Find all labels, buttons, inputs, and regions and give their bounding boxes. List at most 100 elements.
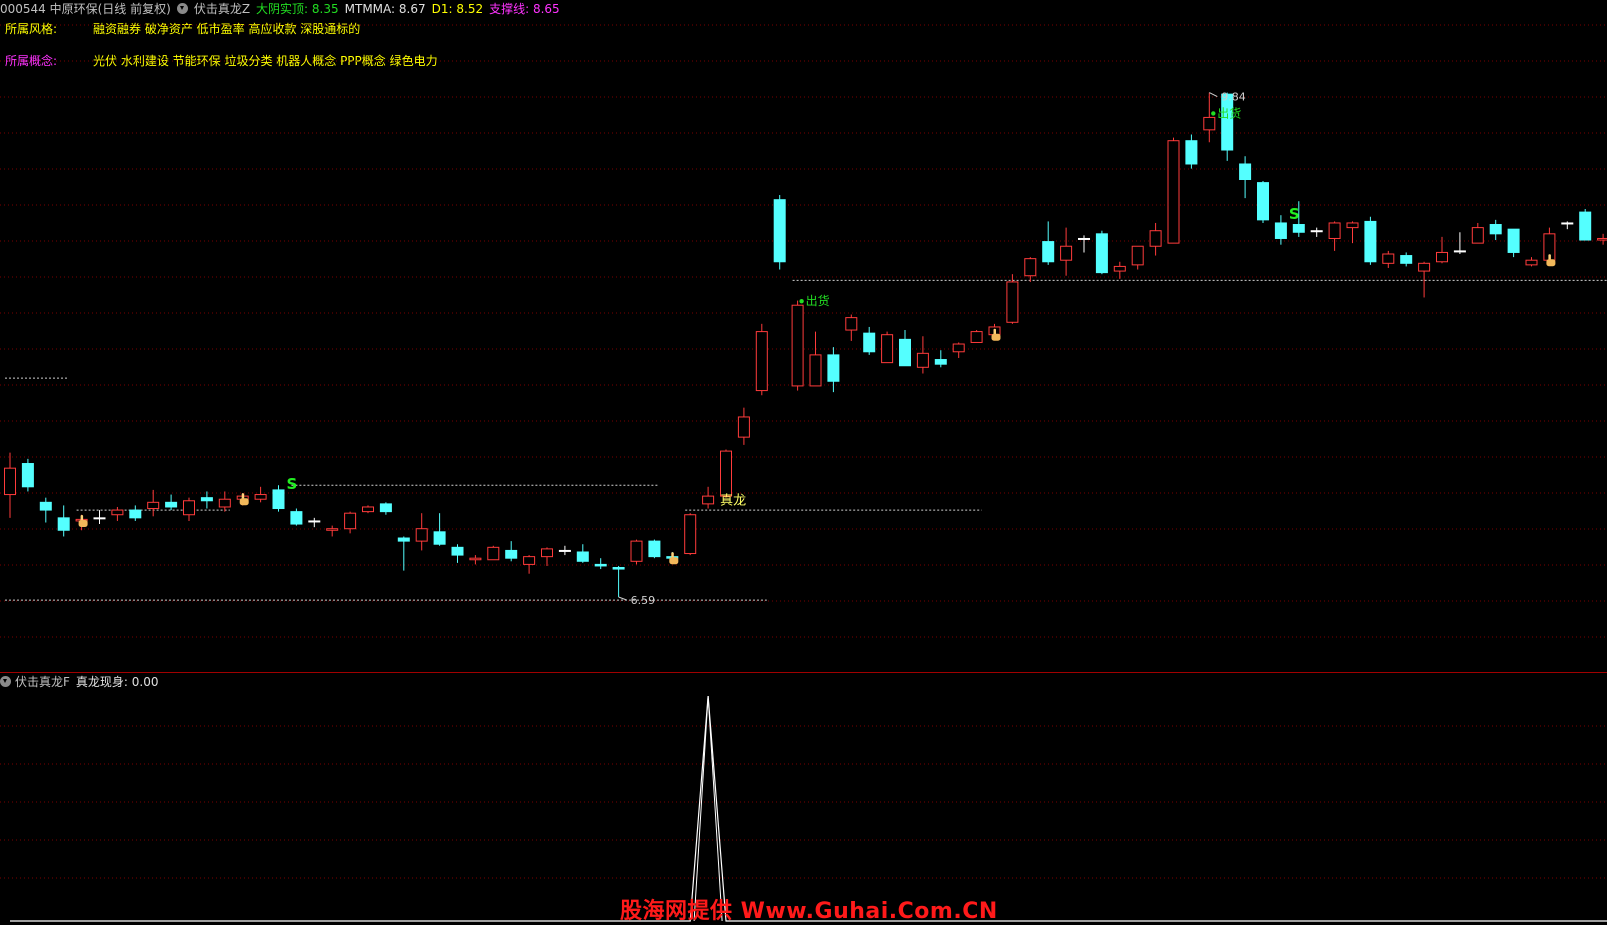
candle[interactable] [433, 513, 446, 546]
candle-body-up [541, 548, 553, 558]
candle[interactable] [934, 350, 947, 368]
candle-body-up [916, 352, 929, 368]
candle[interactable] [612, 565, 625, 597]
candle[interactable] [254, 486, 267, 503]
candle[interactable] [952, 342, 965, 358]
candle-body-down [1274, 222, 1287, 239]
sub-indicator-name[interactable]: 伏击真龙F [15, 675, 70, 689]
candle-body-up [254, 494, 267, 500]
candle[interactable] [845, 314, 858, 341]
candle[interactable] [1131, 245, 1144, 270]
candle[interactable] [1095, 230, 1108, 275]
candle[interactable] [129, 505, 142, 521]
main-candlestick-chart[interactable]: 9.846.59出货出货SS真龙 [0, 0, 1607, 670]
candle[interactable] [1257, 181, 1269, 223]
candle[interactable] [39, 497, 52, 523]
candle[interactable] [1525, 257, 1538, 267]
candle[interactable] [1507, 228, 1520, 258]
candle[interactable] [379, 502, 392, 515]
candle[interactable] [1364, 216, 1377, 265]
candle[interactable] [684, 513, 697, 556]
candle[interactable] [737, 407, 750, 445]
candle[interactable] [1149, 222, 1162, 256]
watermark-text: 股海网提供 Www.Guhai.Com.CN [620, 899, 998, 924]
candle-body-down [21, 463, 34, 488]
candle[interactable] [1060, 227, 1073, 276]
candle[interactable] [397, 536, 410, 571]
candle[interactable] [147, 489, 160, 517]
candle[interactable] [899, 330, 911, 367]
candle[interactable] [4, 452, 16, 518]
candle[interactable] [1579, 208, 1592, 241]
candle[interactable] [1042, 221, 1055, 265]
candle[interactable] [505, 541, 518, 562]
candle[interactable] [1597, 233, 1607, 245]
candle[interactable] [111, 506, 124, 521]
candle[interactable] [451, 544, 464, 563]
candle[interactable] [415, 513, 428, 551]
candle[interactable] [970, 330, 983, 343]
sub-indicator-chart[interactable] [0, 692, 1607, 922]
candle[interactable] [1418, 261, 1431, 298]
candle-body-up [415, 528, 428, 542]
candle[interactable] [773, 195, 786, 270]
candle[interactable] [1453, 232, 1466, 254]
candle[interactable] [755, 323, 768, 396]
candle[interactable] [1274, 215, 1287, 245]
candle[interactable] [576, 544, 589, 563]
candle[interactable] [290, 508, 303, 526]
candle[interactable] [1167, 137, 1180, 244]
candle[interactable] [469, 555, 482, 565]
candle[interactable] [1185, 134, 1198, 169]
candle[interactable] [1328, 221, 1341, 251]
candle[interactable] [648, 539, 661, 559]
candle-body-down [934, 359, 947, 365]
candle[interactable] [523, 555, 536, 574]
candle-body-down [308, 520, 321, 523]
candle[interactable] [1561, 221, 1574, 230]
candle[interactable] [93, 510, 106, 525]
candle[interactable] [1471, 222, 1484, 244]
candle[interactable] [1400, 252, 1413, 267]
candle[interactable] [344, 511, 357, 534]
candle[interactable] [881, 331, 894, 364]
candle[interactable] [487, 545, 500, 561]
candle[interactable] [1024, 257, 1037, 282]
candle[interactable] [827, 347, 840, 393]
candle[interactable] [1203, 92, 1216, 143]
candle[interactable] [57, 505, 70, 537]
candle[interactable] [863, 326, 876, 355]
candle[interactable] [272, 485, 285, 512]
candle-body-up [1203, 116, 1216, 131]
candle[interactable] [362, 505, 374, 514]
candle-body-up [4, 467, 16, 496]
candle[interactable] [200, 491, 213, 509]
candle[interactable] [308, 517, 321, 528]
candle[interactable] [1436, 236, 1448, 264]
candle-body-down [1507, 228, 1520, 253]
candle[interactable] [1078, 235, 1090, 253]
candle[interactable] [21, 458, 34, 492]
candle[interactable] [1382, 250, 1395, 268]
candle[interactable] [183, 497, 195, 521]
candle-body-up [970, 331, 983, 343]
candle[interactable] [1489, 219, 1502, 241]
candle[interactable] [326, 525, 339, 537]
candle[interactable] [1239, 156, 1252, 199]
candle[interactable] [541, 547, 553, 566]
candle[interactable] [558, 545, 571, 556]
candle[interactable] [720, 449, 732, 498]
candle[interactable] [791, 300, 804, 391]
candle[interactable] [594, 558, 607, 570]
sub-indicator-dropdown-icon[interactable] [0, 676, 11, 687]
candle[interactable] [1006, 274, 1019, 324]
candle[interactable] [165, 494, 178, 511]
candle[interactable] [630, 539, 643, 565]
candle[interactable] [1310, 227, 1323, 237]
candle[interactable] [702, 486, 715, 509]
candle[interactable] [1346, 221, 1359, 244]
candle[interactable] [916, 336, 929, 374]
candle[interactable] [809, 331, 822, 387]
candle[interactable] [1113, 261, 1126, 279]
candle[interactable] [218, 491, 231, 512]
